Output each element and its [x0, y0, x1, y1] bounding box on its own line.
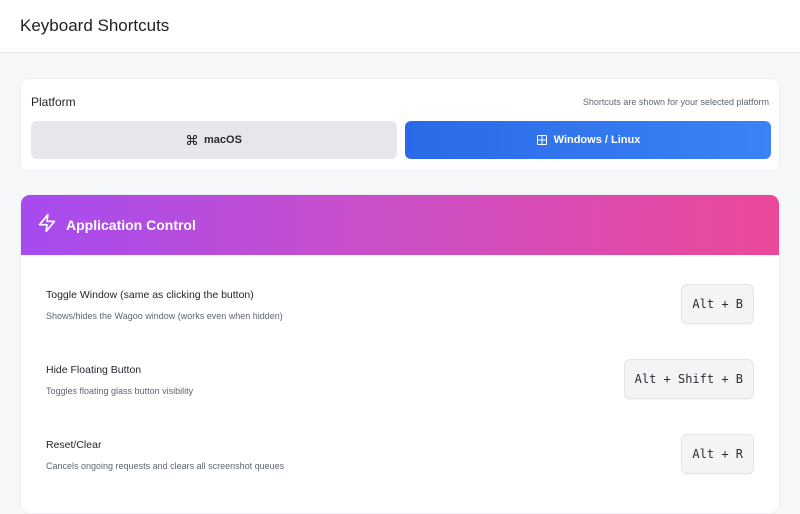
shortcut-description: Shows/hides the Wagoo window (works even… [46, 311, 283, 321]
windows-linux-label: Windows / Linux [553, 134, 641, 146]
windows-linux-platform-button[interactable]: Windows / Linux [405, 121, 771, 159]
shortcut-keys: Alt + R [681, 434, 754, 474]
section-title: Application Control [66, 217, 196, 233]
command-icon [186, 134, 198, 146]
shortcut-description: Toggles floating glass button visibility [46, 386, 194, 396]
shortcut-row-hide-floating-button: Hide Floating Button Toggles floating gl… [46, 359, 754, 424]
macos-label: macOS [204, 134, 242, 146]
shortcut-description: Cancels ongoing requests and clears all … [46, 461, 285, 471]
application-control-section: Application Control Toggle Window (same … [20, 194, 780, 514]
windows-grid-icon [536, 134, 548, 146]
shortcut-keys: Alt + B [681, 284, 754, 324]
shortcut-row-toggle-window: Toggle Window (same as clicking the butt… [46, 284, 754, 349]
section-header: Application Control [21, 195, 779, 255]
platform-hint: Shortcuts are shown for your selected pl… [582, 97, 769, 107]
page-title: Keyboard Shortcuts [20, 16, 170, 35]
shortcut-title: Toggle Window (same as clicking the butt… [46, 289, 254, 301]
shortcut-keys: Alt + Shift + B [623, 359, 754, 399]
lightning-icon [37, 212, 57, 239]
page-header: Keyboard Shortcuts [0, 0, 800, 53]
macos-platform-button[interactable]: macOS [31, 121, 397, 159]
platform-title: Platform [31, 95, 76, 109]
platform-card: Platform Shortcuts are shown for your se… [20, 78, 780, 171]
shortcut-title: Hide Floating Button [46, 364, 142, 376]
shortcut-title: Reset/Clear [46, 439, 102, 451]
shortcut-row-reset-clear: Reset/Clear Cancels ongoing requests and… [46, 434, 754, 499]
